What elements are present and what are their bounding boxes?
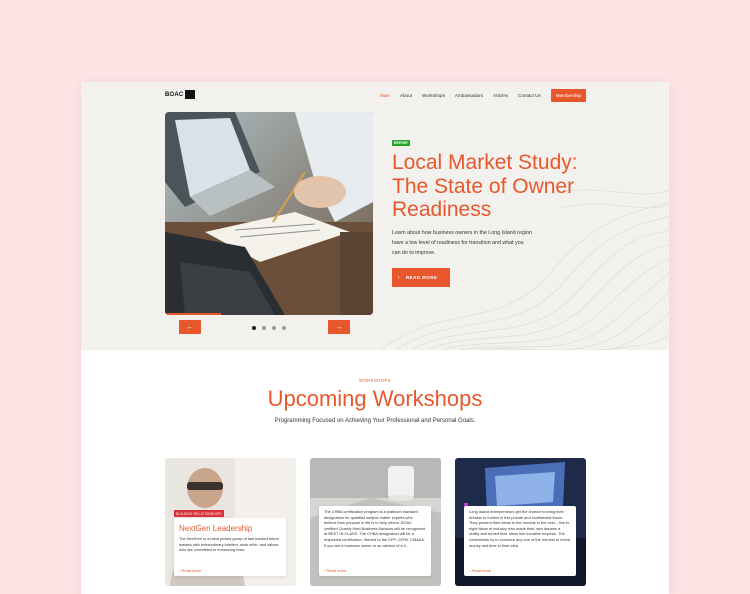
read-more-text: Read more	[181, 568, 202, 573]
workshops-eyebrow: WORKSHOPS	[358, 378, 391, 383]
next-slide-button[interactable]: →	[328, 320, 350, 334]
nav-item-articles[interactable]: Articles	[493, 93, 508, 98]
card-description: The CHBA certification program is a plat…	[324, 509, 426, 548]
nav-item-about[interactable]: About	[400, 93, 412, 98]
read-more-label: READ MORE	[406, 275, 438, 280]
card-description: Long Island entrepreneurs get the chance…	[469, 509, 571, 548]
read-more-text: Read more	[471, 568, 492, 573]
website-frame: BOAC Main About Workshops Ambassadors Ar…	[81, 82, 669, 594]
card-description: The NextGen is a hand picked group of fa…	[179, 536, 279, 553]
card-panel: NextGen Leadership The NextGen is a hand…	[174, 518, 286, 576]
report-badge: REPORT	[392, 140, 411, 146]
card-read-more-link[interactable]: › Read more	[324, 568, 346, 573]
slide-dot-3[interactable]	[272, 326, 276, 330]
read-more-button[interactable]: › READ MORE	[392, 268, 450, 287]
slide-dot-4[interactable]	[282, 326, 286, 330]
nav-item-ambassadors[interactable]: Ambassadors	[455, 93, 483, 98]
chevron-right-icon: ›	[397, 274, 401, 281]
hero-description: Learn about how business owners in the L…	[392, 230, 532, 256]
prev-slide-button[interactable]: ←	[179, 320, 201, 334]
arrow-right-icon: →	[335, 323, 343, 331]
slide-dots	[252, 326, 286, 330]
nav-item-main[interactable]: Main	[380, 93, 390, 98]
card-panel: The CHBA certification program is a plat…	[319, 506, 431, 576]
workshop-card-nextgen[interactable]: BUILDING RELATIONSHIPS NextGen Leadershi…	[165, 458, 296, 586]
slide-dot-1[interactable]	[252, 326, 256, 330]
workshops-subtitle: Programming Focused on Achieving Your Pr…	[274, 418, 476, 424]
main-nav: Main About Workshops Ambassadors Article…	[380, 89, 587, 102]
read-more-text: Read more	[326, 568, 347, 573]
nav-item-workshops[interactable]: Workshops	[422, 93, 445, 98]
membership-button[interactable]: Membership	[550, 89, 587, 102]
card-tag: BUILDING RELATIONSHIPS	[174, 510, 224, 517]
slide-progress-bar	[165, 313, 221, 315]
logo-text: BOAC	[165, 91, 184, 98]
card-read-more-link[interactable]: › Read more	[469, 568, 491, 573]
arrow-left-icon: ←	[186, 323, 194, 331]
card-read-more-link[interactable]: › Read more	[179, 568, 201, 573]
hero-title: Local Market Study: The State of Owner R…	[392, 151, 578, 221]
workshops-title: Upcoming Workshops	[267, 386, 483, 411]
card-panel: Long Island entrepreneurs get the chance…	[464, 506, 576, 576]
workshop-card-certification[interactable]: CERTIFICATION The CHBA certification pro…	[310, 458, 441, 586]
hero-photo-illustration	[165, 112, 373, 315]
hero-section: BOAC Main About Workshops Ambassadors Ar…	[81, 82, 669, 350]
nav-item-contact[interactable]: Contact Us	[518, 93, 541, 98]
hero-photo-laptop-documents	[165, 112, 373, 315]
workshop-card-hornets-nest[interactable]: Long Island entrepreneurs get the chance…	[455, 458, 586, 586]
site-logo[interactable]: BOAC	[165, 90, 196, 99]
card-title[interactable]: NextGen Leadership	[179, 524, 252, 533]
slide-dot-2[interactable]	[262, 326, 266, 330]
logo-mark-icon	[185, 90, 196, 99]
